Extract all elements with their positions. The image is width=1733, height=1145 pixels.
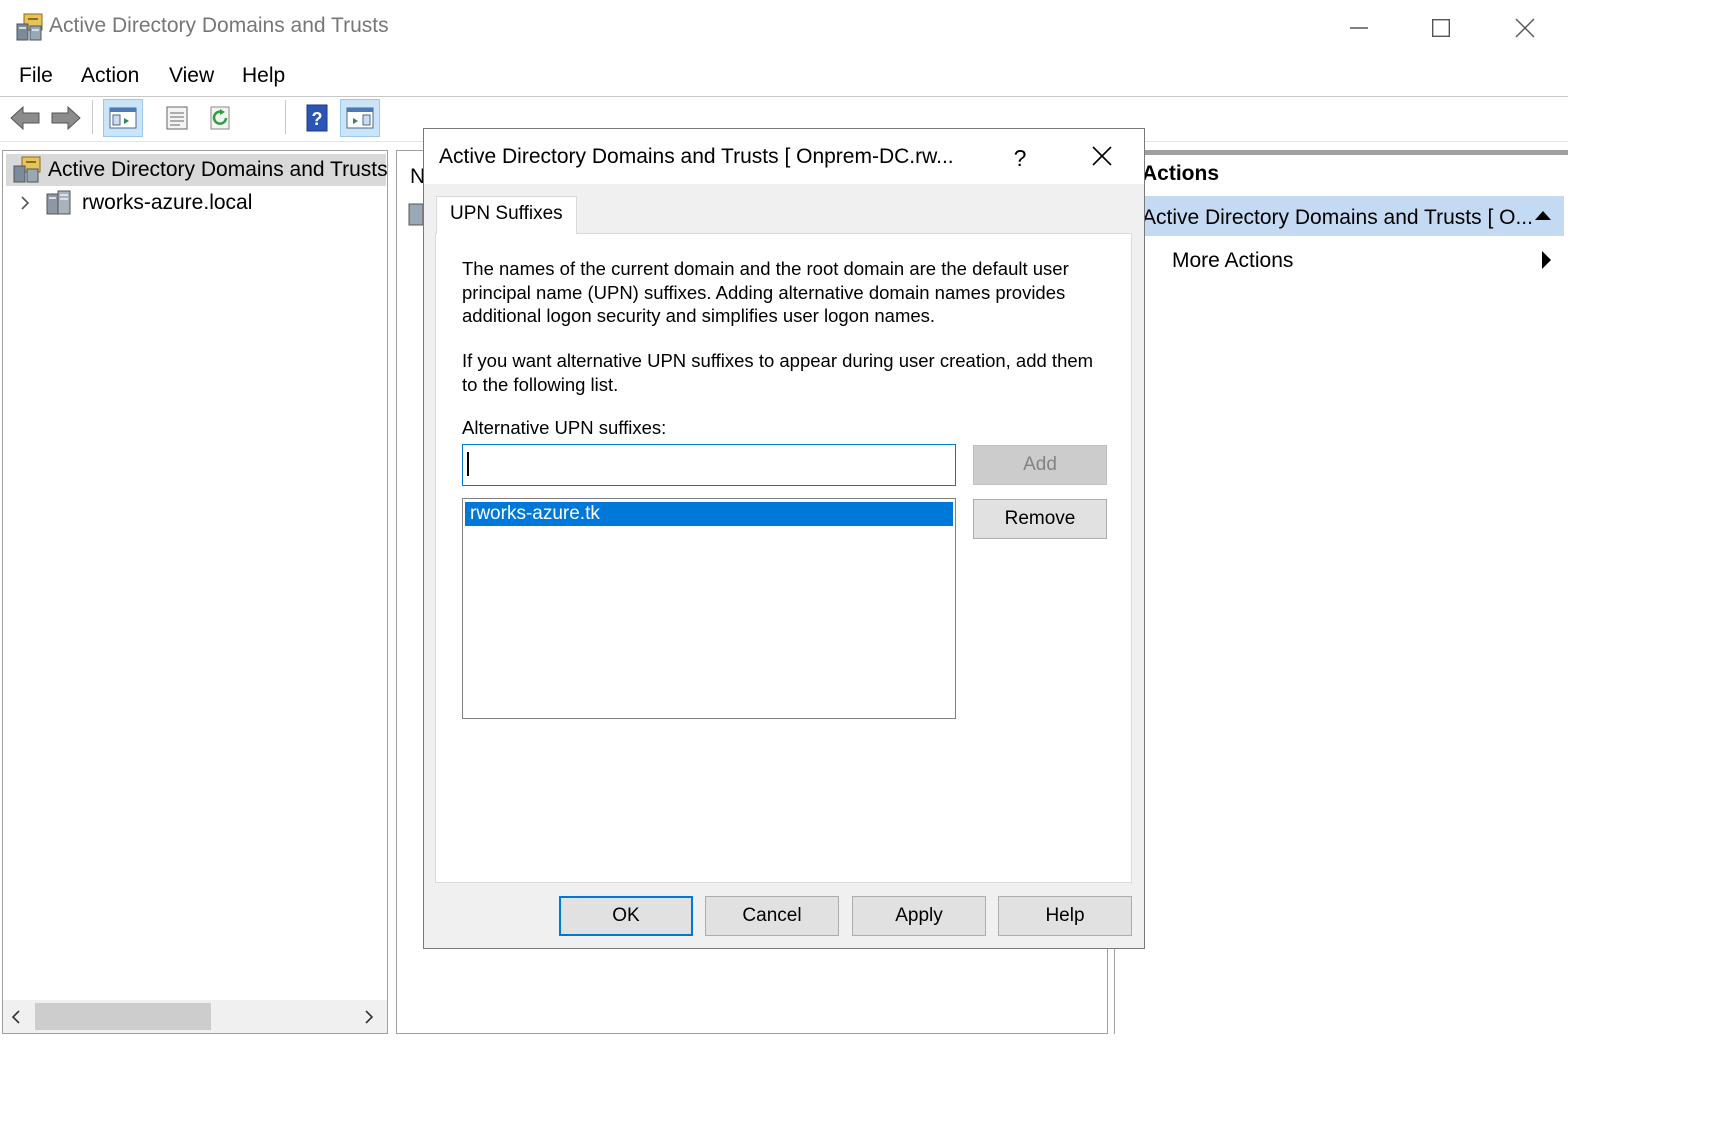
minimize-icon <box>1350 27 1368 29</box>
tree-domain-item[interactable]: rworks-azure.local <box>82 191 252 215</box>
menu-view[interactable]: View <box>169 64 214 88</box>
remove-button[interactable]: Remove <box>973 499 1107 539</box>
help-book-icon: ? <box>306 104 328 132</box>
maximize-button[interactable] <box>1400 0 1482 56</box>
back-button[interactable] <box>5 99 45 137</box>
expand-chevron-icon[interactable] <box>18 194 32 212</box>
properties-button[interactable] <box>157 99 197 137</box>
maximize-icon <box>1432 19 1450 37</box>
upn-suffix-input[interactable] <box>462 444 956 486</box>
menu-help[interactable]: Help <box>242 64 285 88</box>
toolbar-separator <box>92 100 93 134</box>
instruction-paragraph: If you want alternative UPN suffixes to … <box>462 350 1094 395</box>
add-button[interactable]: Add <box>973 445 1107 485</box>
scroll-right-icon[interactable] <box>361 1008 377 1026</box>
list-item-label[interactable]: rworks-azure.tk <box>470 503 600 525</box>
collapse-up-icon[interactable] <box>1534 208 1552 222</box>
cancel-button[interactable]: Cancel <box>705 896 839 936</box>
forward-arrow-icon <box>51 105 81 131</box>
window-title: Active Directory Domains and Trusts <box>49 14 389 37</box>
more-actions-item[interactable]: More Actions <box>1172 249 1293 273</box>
actions-pane <box>1114 150 1569 1034</box>
refresh-button[interactable] <box>201 99 241 137</box>
alternative-suffixes-label: Alternative UPN suffixes: <box>462 417 667 438</box>
actions-header: Actions <box>1142 162 1220 185</box>
ad-domains-trusts-icon <box>12 156 42 184</box>
ok-button[interactable]: OK <box>559 896 693 936</box>
close-window-button[interactable] <box>1484 0 1566 56</box>
dialog-close-button[interactable] <box>1080 134 1124 178</box>
close-icon <box>1092 146 1112 166</box>
description-paragraph: The names of the current domain and the … <box>462 258 1069 326</box>
actions-selected-label[interactable]: Active Directory Domains and Trusts [ O.… <box>1142 206 1533 230</box>
submenu-arrow-icon <box>1540 250 1552 270</box>
refresh-icon <box>210 106 230 130</box>
show-hide-action-pane-button[interactable] <box>340 99 380 137</box>
help-toolbar-button[interactable]: ? <box>297 99 337 137</box>
actions-pane-border <box>1114 150 1568 155</box>
menu-action[interactable]: Action <box>81 64 139 88</box>
forward-button[interactable] <box>46 99 86 137</box>
app-icon <box>16 12 44 42</box>
back-arrow-icon <box>10 105 40 131</box>
minimize-button[interactable] <box>1318 0 1400 56</box>
text-caret <box>467 452 469 476</box>
tree-root-label[interactable]: Active Directory Domains and Trusts <box>48 158 388 182</box>
action-pane-icon <box>346 107 374 129</box>
show-hide-console-tree-button[interactable] <box>103 99 143 137</box>
svg-text:?: ? <box>312 109 323 129</box>
properties-icon <box>166 106 188 130</box>
dialog-help-button[interactable]: ? <box>1000 138 1040 178</box>
menu-bar <box>0 56 1568 97</box>
domain-server-icon <box>44 188 74 218</box>
upn-suffixes-listbox[interactable] <box>462 498 956 719</box>
close-icon <box>1515 18 1535 38</box>
help-button[interactable]: Help <box>998 896 1132 936</box>
scroll-left-icon[interactable] <box>8 1008 24 1026</box>
menu-file[interactable]: File <box>19 64 53 88</box>
scrollbar-thumb[interactable] <box>35 1003 211 1030</box>
console-tree-icon <box>109 107 137 129</box>
dialog-title: Active Directory Domains and Trusts [ On… <box>439 145 954 168</box>
tab-upn-suffixes-label[interactable]: UPN Suffixes <box>450 203 563 225</box>
apply-button[interactable]: Apply <box>852 896 986 936</box>
toolbar-separator <box>285 100 286 134</box>
console-tree-pane <box>2 150 388 1034</box>
